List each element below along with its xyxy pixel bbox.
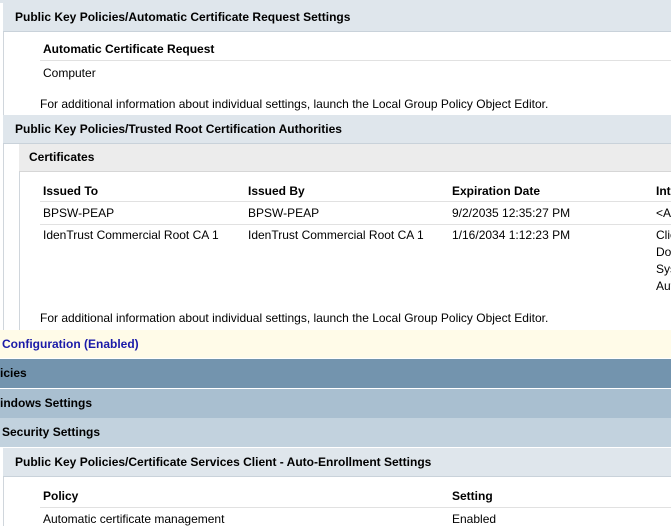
- cert-row-2-intended-line-1: Clie: [656, 228, 671, 242]
- cert-row-2-issued-to: IdenTrust Commercial Root CA 1: [43, 228, 219, 242]
- cert-row-1-issued-by: BPSW-PEAP: [248, 206, 320, 220]
- section-header-auto-enrollment[interactable]: Public Key Policies/Certificate Services…: [3, 448, 671, 477]
- windows-settings-bar[interactable]: indows Settings: [0, 389, 671, 418]
- column-header-auto-cert-request: Automatic Certificate Request: [43, 42, 215, 56]
- header-underline: [40, 201, 671, 202]
- column-header-setting: Setting: [452, 489, 493, 503]
- auto-cert-value: Computer: [43, 66, 96, 80]
- section-header-trusted-root[interactable]: Public Key Policies/Trusted Root Certifi…: [3, 115, 671, 144]
- policies-bar[interactable]: icies: [0, 359, 671, 388]
- row-separator: [40, 224, 671, 225]
- cert-row-1-expiration: 9/2/2035 12:35:27 PM: [452, 206, 571, 220]
- section-left-border: [3, 477, 4, 526]
- cert-row-2-intended-line-3: Sys: [656, 262, 671, 276]
- policy-row-1-name: Automatic certificate management: [43, 512, 225, 526]
- computer-configuration-bar[interactable]: Configuration (Enabled): [0, 330, 671, 358]
- additional-info-note: For additional information about individ…: [40, 311, 549, 325]
- column-header-issued-to: Issued To: [43, 184, 99, 198]
- section-header-auto-cert-request[interactable]: Public Key Policies/Automatic Certificat…: [3, 3, 671, 32]
- policy-row-1-setting: Enabled: [452, 512, 497, 526]
- column-header-expiration-date: Expiration Date: [452, 184, 541, 198]
- section-left-border: [3, 32, 4, 115]
- cert-row-2-intended-line-4: Aut: [656, 279, 671, 293]
- column-header-policy: Policy: [43, 489, 79, 503]
- cert-row-2-intended-line-2: Do: [656, 245, 671, 259]
- cert-row-1-intended: <Al: [656, 206, 671, 220]
- header-underline: [40, 60, 671, 61]
- additional-info-note: For additional information about individ…: [40, 97, 549, 111]
- column-header-intended-purposes: Int: [656, 184, 671, 198]
- subsection-left-border: [19, 172, 20, 330]
- security-settings-bar[interactable]: Security Settings: [0, 418, 671, 447]
- subsection-header-certificates[interactable]: Certificates: [19, 144, 671, 172]
- column-header-issued-by: Issued By: [248, 184, 305, 198]
- header-underline: [40, 507, 671, 508]
- cert-row-2-expiration: 1/16/2034 1:12:23 PM: [452, 228, 571, 242]
- cert-row-1-issued-to: BPSW-PEAP: [43, 206, 115, 220]
- section-left-border: [3, 144, 4, 330]
- cert-row-2-issued-by: IdenTrust Commercial Root CA 1: [248, 228, 424, 242]
